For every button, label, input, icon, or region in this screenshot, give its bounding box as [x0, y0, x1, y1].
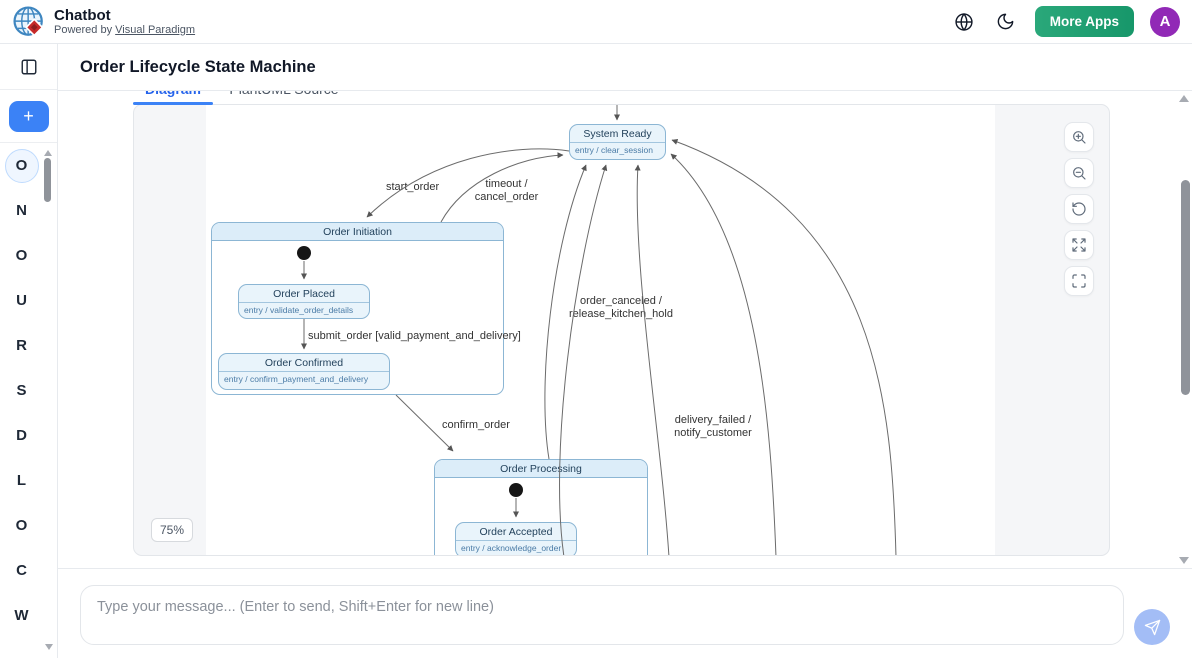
send-button[interactable] — [1134, 609, 1170, 645]
moon-icon — [996, 12, 1015, 31]
sidebar: + O N O U R S D L O C W — [0, 44, 58, 658]
tab-diagram[interactable]: Diagram — [133, 91, 213, 97]
conversation-item[interactable]: D — [0, 413, 43, 458]
expand-button[interactable] — [1064, 230, 1094, 260]
conversation-item[interactable]: C — [0, 548, 43, 593]
state-system-ready: System Ready entry / clear_session — [569, 124, 666, 160]
zoom-out-icon — [1071, 165, 1087, 181]
new-chat-button[interactable]: + — [9, 101, 49, 132]
sidebar-scroll-down-icon[interactable] — [45, 644, 53, 650]
conversation-item[interactable]: W — [0, 593, 43, 638]
sidebar-toggle-button[interactable] — [20, 58, 38, 76]
diagram-viewer-panel[interactable]: Order Initiation Order Processing System… — [133, 104, 1110, 556]
sidebar-toggle-row — [0, 44, 57, 90]
transition-label-confirm-order: confirm_order — [442, 419, 510, 432]
sidebar-scrollbar-thumb[interactable] — [44, 158, 51, 202]
new-chat-row: + — [0, 90, 57, 143]
tab-bar: Diagram PlantUML Source — [133, 91, 339, 97]
zoom-in-icon — [1071, 129, 1087, 145]
top-bar-actions: More Apps A — [951, 6, 1180, 37]
page-scroll-down-icon[interactable] — [1179, 557, 1189, 564]
reset-view-icon — [1071, 201, 1087, 217]
conversation-item[interactable]: O — [0, 503, 43, 548]
send-icon — [1144, 619, 1161, 636]
transition-label-timeout: timeout / cancel_order — [464, 178, 549, 204]
viewer-controls — [1064, 122, 1094, 296]
panel-toggle-icon — [20, 58, 38, 76]
page-scroll-up-icon[interactable] — [1179, 95, 1189, 102]
fullscreen-icon — [1071, 273, 1087, 289]
visual-paradigm-logo-icon — [12, 5, 46, 39]
conversation-item[interactable]: N — [0, 188, 43, 233]
transition-label-order-canceled: order_canceled / release_kitchen_hold — [562, 295, 680, 321]
theme-toggle-button[interactable] — [993, 9, 1019, 35]
state-order-confirmed: Order Confirmed entry / confirm_payment_… — [218, 353, 390, 390]
sidebar-scroll-up-icon[interactable] — [44, 150, 52, 156]
main-header: Order Lifecycle State Machine — [58, 44, 1192, 91]
state-order-accepted: Order Accepted entry / acknowledge_order — [455, 522, 577, 556]
globe-icon — [954, 12, 974, 32]
transition-label-submit-order: submit_order [valid_payment_and_delivery… — [308, 330, 521, 343]
state-order-placed: Order Placed entry / validate_order_deta… — [238, 284, 370, 319]
more-apps-button[interactable]: More Apps — [1035, 6, 1134, 37]
conversation-item[interactable]: O — [0, 233, 43, 278]
reset-view-button[interactable] — [1064, 194, 1094, 224]
app-root: Chatbot Powered by Visual Paradigm M — [0, 0, 1192, 658]
brand: Chatbot Powered by Visual Paradigm — [12, 5, 195, 39]
language-globe-button[interactable] — [951, 9, 977, 35]
zoom-level-badge: 75% — [151, 518, 193, 542]
active-tab-underline — [133, 102, 213, 105]
powered-by: Powered by Visual Paradigm — [54, 24, 195, 36]
conversation-item[interactable]: S — [0, 368, 43, 413]
conversation-item[interactable]: R — [0, 323, 43, 368]
initial-state-dot — [509, 483, 523, 497]
page-scrollbar-thumb[interactable] — [1181, 180, 1190, 395]
conversation-item[interactable]: L — [0, 458, 43, 503]
page-title: Order Lifecycle State Machine — [80, 58, 316, 77]
expand-icon — [1071, 237, 1087, 253]
message-input[interactable] — [80, 585, 1124, 645]
chat-scroll-area: Diagram PlantUML Source Order Initiation… — [58, 91, 1192, 568]
tab-plantuml-source[interactable]: PlantUML Source — [229, 91, 339, 97]
message-composer — [58, 568, 1192, 658]
transition-label-delivery-failed: delivery_failed / notify_customer — [672, 414, 754, 440]
zoom-in-button[interactable] — [1064, 122, 1094, 152]
conversation-item[interactable]: O — [0, 143, 43, 188]
fullscreen-button[interactable] — [1064, 266, 1094, 296]
conversation-list: O N O U R S D L O C W — [0, 143, 43, 638]
initial-state-dot — [297, 246, 311, 260]
zoom-out-button[interactable] — [1064, 158, 1094, 188]
app-title: Chatbot — [54, 7, 195, 24]
top-bar: Chatbot Powered by Visual Paradigm M — [0, 0, 1192, 44]
plus-icon: + — [23, 106, 34, 126]
transition-label-start-order: start_order — [386, 181, 439, 194]
powered-by-link[interactable]: Visual Paradigm — [115, 24, 195, 36]
user-avatar[interactable]: A — [1150, 7, 1180, 37]
brand-text: Chatbot Powered by Visual Paradigm — [54, 7, 195, 36]
conversation-item[interactable]: U — [0, 278, 43, 323]
